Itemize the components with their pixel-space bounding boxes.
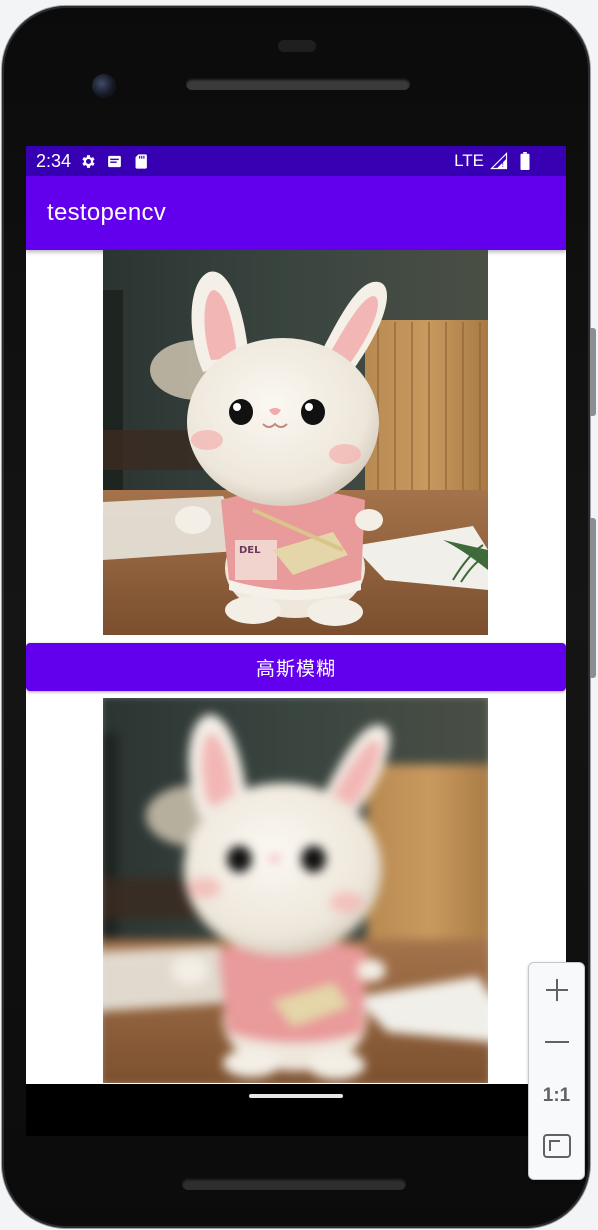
zoom-in-button[interactable]: [529, 965, 584, 1019]
signal-icon: !: [490, 152, 508, 170]
plush-bunny-photo: DEL: [103, 250, 488, 635]
original-image: DEL: [103, 250, 488, 635]
sensor-slot: [278, 40, 316, 52]
plush-bunny-photo-blurred: [103, 698, 488, 1083]
battery-icon: [516, 152, 534, 170]
app-title: testopencv: [47, 199, 167, 226]
gaussian-blur-button[interactable]: 高斯模糊: [26, 643, 566, 691]
front-camera: [92, 74, 116, 98]
svg-text:DEL: DEL: [239, 545, 261, 556]
navigation-bar: [26, 1084, 566, 1136]
volume-rocker[interactable]: [590, 518, 596, 678]
gear-icon: [79, 152, 97, 170]
power-button[interactable]: [590, 328, 596, 416]
actual-size-button[interactable]: 1:1: [529, 1069, 584, 1123]
sd-card-icon: [131, 152, 149, 170]
zoom-out-button[interactable]: [529, 1017, 584, 1071]
emulator-window: 2:34 LTE ! testopencv DEL 高斯模糊 1:1: [0, 0, 598, 1230]
zoom-out-icon: [544, 1029, 570, 1059]
emulator-zoom-panel: 1:1: [528, 962, 585, 1180]
fit-screen-button[interactable]: [529, 1121, 584, 1175]
app-bar: testopencv: [26, 176, 566, 250]
network-type: LTE: [454, 151, 484, 170]
blurred-result-image: [103, 698, 488, 1083]
status-time: 2:34: [36, 150, 72, 171]
notification-icon: [105, 152, 123, 170]
device-screen: 2:34 LTE ! testopencv DEL 高斯模糊: [26, 146, 566, 1084]
earpiece-speaker: [186, 78, 410, 90]
home-gesture-pill[interactable]: [249, 1094, 343, 1098]
status-bar: 2:34 LTE !: [26, 146, 566, 176]
actual-size-label: 1:1: [542, 1085, 571, 1106]
zoom-in-icon: [544, 977, 570, 1007]
svg-text:!: !: [501, 160, 504, 169]
fit-screen-icon: [542, 1134, 571, 1162]
bottom-speaker: [182, 1178, 406, 1190]
